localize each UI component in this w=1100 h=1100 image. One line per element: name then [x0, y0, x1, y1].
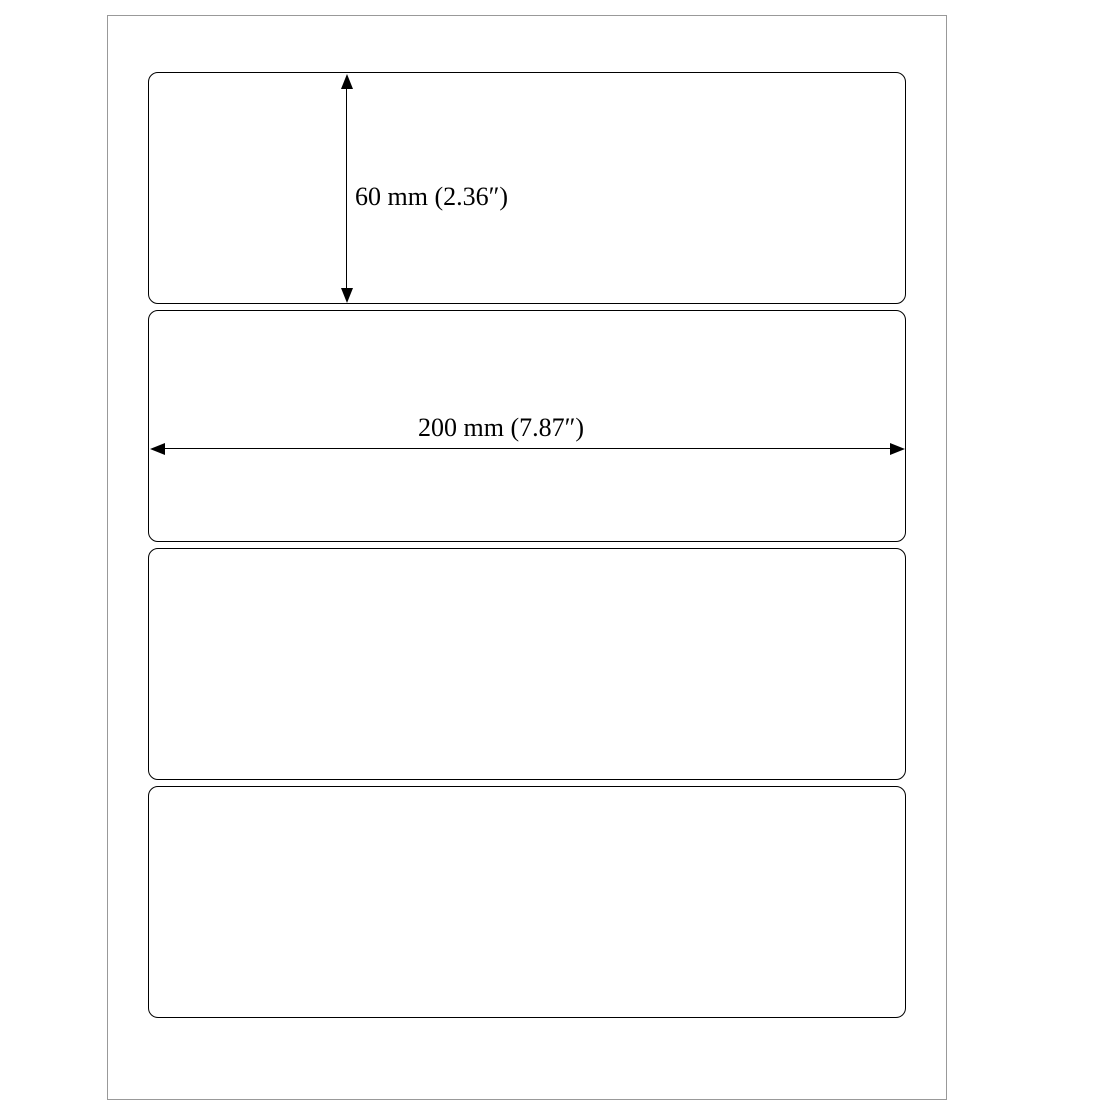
label-rect-1	[148, 72, 906, 304]
arrowhead-left-icon	[150, 443, 165, 455]
label-rect-4	[148, 786, 906, 1018]
width-dimension-line	[159, 448, 895, 449]
height-dimension-line	[346, 82, 347, 294]
height-dimension-label: 60 mm (2.36″)	[355, 182, 508, 212]
arrowhead-up-icon	[341, 74, 353, 89]
width-dimension-label: 200 mm (7.87″)	[418, 413, 584, 443]
arrowhead-right-icon	[890, 443, 905, 455]
label-rect-3	[148, 548, 906, 780]
arrowhead-down-icon	[341, 288, 353, 303]
